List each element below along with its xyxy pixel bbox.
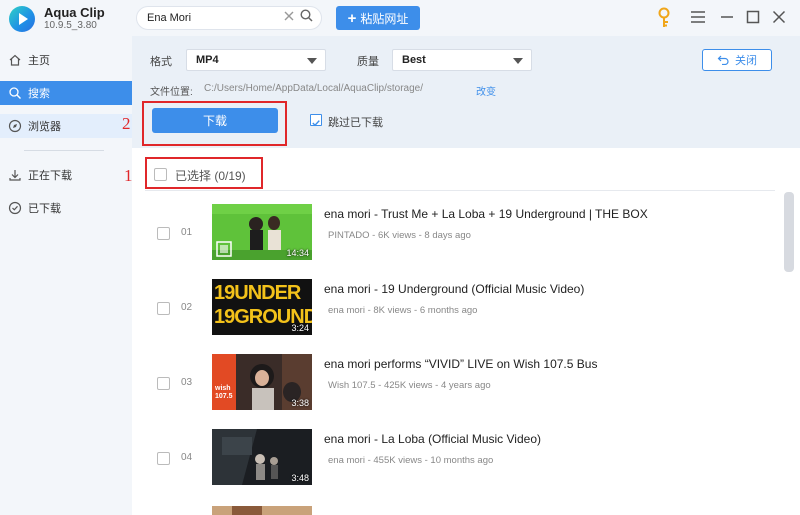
paste-url-button[interactable]: + 粘贴网址 [336, 6, 420, 30]
skip-downloaded-checkbox[interactable] [310, 114, 322, 127]
video-thumbnail[interactable]: 14:34 [212, 204, 312, 260]
thumbnail-text: 19UNDER 19GROUND [214, 282, 312, 328]
video-duration: 3:48 [291, 473, 309, 483]
sidebar-item-label: 正在下载 [28, 170, 72, 182]
video-title: ena mori - La Loba (Official Music Video… [324, 432, 541, 446]
file-location-label: 文件位置: [150, 87, 193, 98]
item-checkbox[interactable] [157, 227, 170, 240]
video-meta: ena mori - 455K views - 10 months ago [328, 455, 494, 466]
sidebar-item-search[interactable]: 搜索 [0, 81, 132, 105]
format-label: 格式 [150, 56, 172, 68]
close-window-icon[interactable] [772, 10, 786, 24]
quality-value: Best [402, 54, 426, 66]
annotation-number-2: 2 [122, 114, 131, 133]
sidebar-item-home[interactable]: 主页 [0, 48, 132, 72]
select-all-label: 已选择 (0/19) [175, 169, 246, 183]
video-title: ena mori - Trust Me + La Loba + 19 Under… [324, 207, 648, 221]
compass-icon [8, 119, 22, 133]
skip-downloaded-label: 跳过已下载 [328, 117, 383, 129]
video-thumbnail[interactable]: 3:48 [212, 429, 312, 485]
video-duration: 3:38 [291, 398, 309, 408]
sidebar-item-label: 主页 [28, 55, 50, 67]
clear-icon[interactable] [284, 11, 294, 21]
scrollbar[interactable] [784, 192, 794, 272]
list-item[interactable]: 04 3:48 ena mori - La Loba (Official Mus… [132, 417, 784, 501]
plus-icon: + [347, 9, 357, 27]
video-duration: 14:34 [286, 248, 309, 258]
sidebar-item-downloaded[interactable]: 已下载 [0, 196, 132, 220]
app-logo-icon [9, 6, 35, 32]
download-icon [9, 170, 21, 181]
item-index: 02 [181, 302, 193, 313]
undo-icon [717, 55, 729, 65]
item-checkbox[interactable] [157, 452, 170, 465]
video-meta: ena mori - 8K views - 6 months ago [328, 305, 478, 316]
paste-url-label: 粘贴网址 [360, 11, 409, 26]
home-icon [9, 54, 21, 66]
menu-icon[interactable] [690, 10, 706, 24]
sidebar-item-downloading[interactable]: 正在下载 [0, 163, 132, 187]
format-select[interactable]: MP4 [186, 49, 326, 71]
key-icon[interactable] [657, 7, 671, 29]
quality-label: 质量 [357, 56, 379, 68]
app-name: Aqua Clip [44, 5, 105, 20]
maximize-icon[interactable] [746, 10, 760, 24]
close-label: 关闭 [735, 55, 757, 67]
search-icon [9, 87, 21, 99]
format-value: MP4 [196, 54, 219, 66]
video-thumbnail[interactable]: 19UNDER 19GROUND 3:24 [212, 279, 312, 335]
sidebar: 主页 搜索 浏览器 正在下载 已下载 [0, 36, 132, 515]
list-item[interactable]: 02 19UNDER 19GROUND 3:24 ena mori - 19 U… [132, 267, 784, 351]
sidebar-item-label: 浏览器 [28, 121, 61, 133]
annotation-box-2 [142, 101, 287, 146]
title-bar: Aqua Clip 10.9.5_3.80 + 粘贴网址 [0, 0, 800, 36]
thumbnail-image [212, 506, 312, 515]
list-item[interactable] [132, 492, 784, 515]
minimize-icon[interactable] [720, 10, 734, 24]
video-title: ena mori performs “VIVID” LIVE on Wish 1… [324, 357, 598, 371]
item-checkbox[interactable] [157, 302, 170, 315]
search-box[interactable] [136, 6, 322, 30]
chevron-down-icon [513, 58, 523, 64]
item-index: 04 [181, 452, 193, 463]
sidebar-item-label: 搜索 [28, 88, 50, 100]
sidebar-item-label: 已下载 [28, 203, 61, 215]
list-item[interactable]: 01 14:34 ena mori - Trust Me + La Loba +… [132, 192, 784, 276]
close-options-button[interactable]: 关闭 [702, 49, 772, 71]
video-thumbnail[interactable] [212, 504, 312, 515]
video-duration: 3:24 [291, 323, 309, 333]
video-meta: PINTADO - 6K views - 8 days ago [328, 230, 471, 241]
annotation-number-1: 1 [124, 166, 133, 185]
sidebar-item-browser[interactable]: 浏览器 [0, 114, 132, 138]
select-all-checkbox[interactable] [154, 168, 167, 181]
list-item[interactable]: 03 wish 107.5 3:38 ena mori performs “VI… [132, 342, 784, 426]
video-thumbnail[interactable]: wish 107.5 3:38 [212, 354, 312, 410]
search-icon[interactable] [300, 9, 313, 22]
quality-select[interactable]: Best [392, 49, 532, 71]
video-meta: Wish 107.5 - 425K views - 4 years ago [328, 380, 491, 391]
file-location-path: C:/Users/Home/AppData/Local/AquaClip/sto… [204, 83, 423, 94]
video-title: ena mori - 19 Underground (Official Musi… [324, 282, 585, 296]
checkmark-icon [312, 120, 320, 127]
sidebar-divider [24, 150, 104, 151]
thumbnail-text: wish 107.5 [215, 385, 233, 400]
app-version: 10.9.5_3.80 [44, 20, 97, 31]
list-divider [145, 190, 775, 191]
change-location-link[interactable]: 改变 [476, 83, 496, 98]
check-circle-icon [8, 201, 22, 215]
item-index: 03 [181, 377, 193, 388]
chevron-down-icon [307, 58, 317, 64]
item-index: 01 [181, 227, 193, 238]
item-checkbox[interactable] [157, 377, 170, 390]
search-input[interactable] [147, 10, 277, 26]
